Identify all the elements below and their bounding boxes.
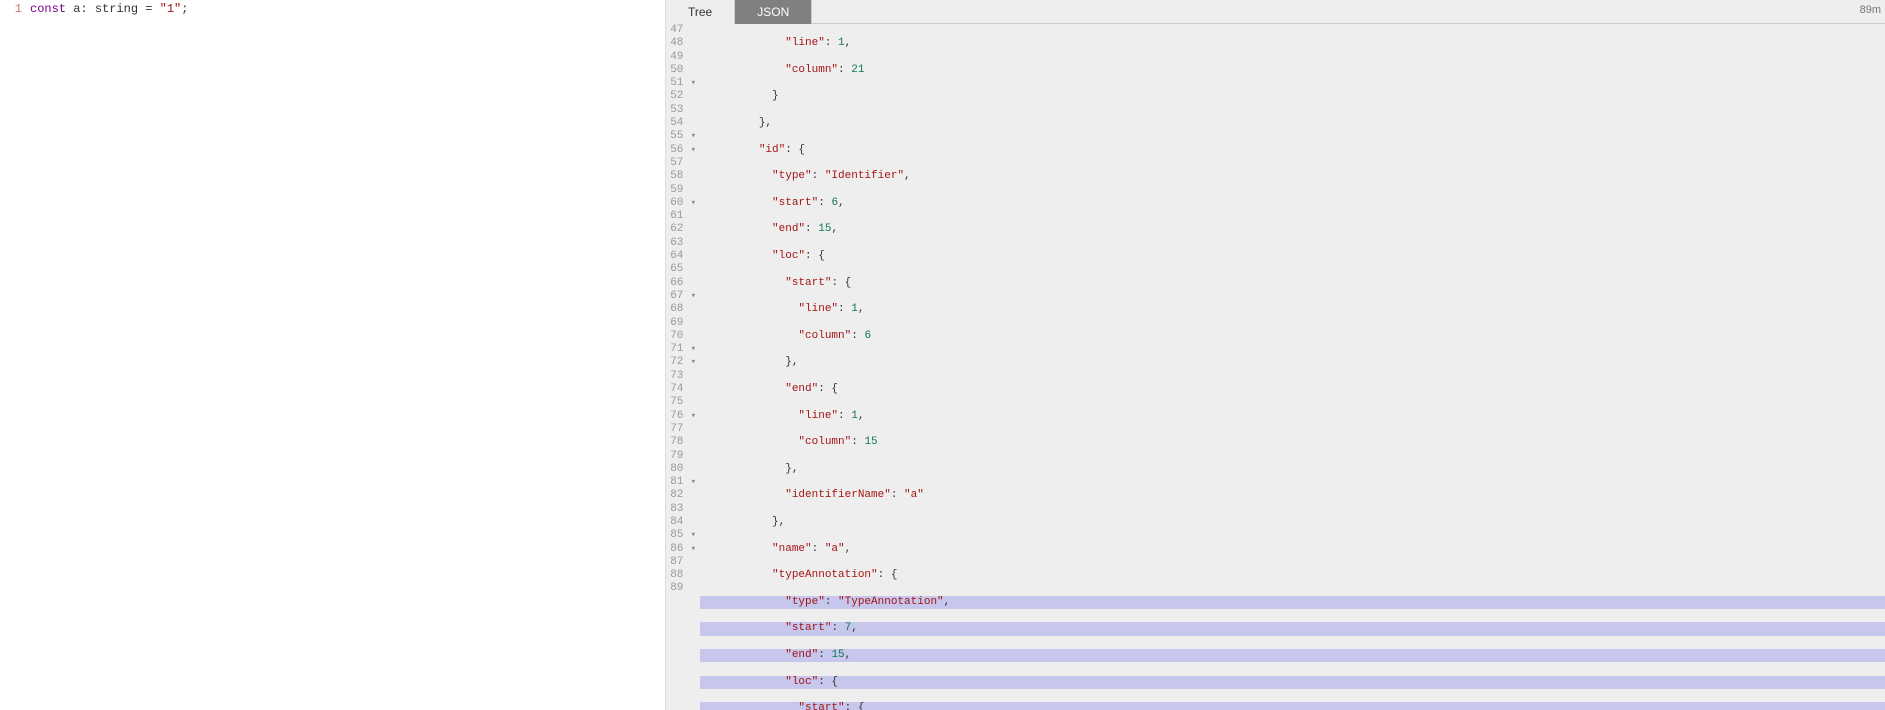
tab-tree[interactable]: Tree bbox=[666, 0, 735, 24]
json-line: "column": 6 bbox=[700, 330, 1885, 343]
gutter-line: 56 ▾ bbox=[666, 144, 696, 157]
tab-json[interactable]: JSON bbox=[735, 0, 812, 24]
json-line: "loc": { bbox=[700, 250, 1885, 263]
gutter-line: 81 ▾ bbox=[666, 476, 696, 489]
json-line: "line": 1, bbox=[700, 410, 1885, 423]
source-editor[interactable]: 1 const a: string = "1"; bbox=[0, 0, 665, 710]
json-line: "line": 1, bbox=[700, 37, 1885, 50]
json-gutter: 47 48 49 50 51 ▾52 53 54 55 ▾56 ▾57 58 5… bbox=[666, 24, 700, 710]
json-line: "end": 15, bbox=[700, 649, 1885, 662]
json-line: } bbox=[700, 90, 1885, 103]
json-line: "start": 6, bbox=[700, 197, 1885, 210]
json-line: "end": { bbox=[700, 383, 1885, 396]
gutter-line: 57 bbox=[666, 157, 696, 170]
gutter-line: 52 bbox=[666, 90, 696, 103]
gutter-line: 54 bbox=[666, 117, 696, 130]
gutter-line: 60 ▾ bbox=[666, 197, 696, 210]
json-line: "line": 1, bbox=[700, 303, 1885, 316]
gutter-line: 84 bbox=[666, 516, 696, 529]
gutter-line: 80 bbox=[666, 463, 696, 476]
gutter-line: 51 ▾ bbox=[666, 77, 696, 90]
gutter-line: 77 bbox=[666, 423, 696, 436]
source-lineno: 1 bbox=[0, 2, 22, 16]
json-line: "type": "TypeAnnotation", bbox=[700, 596, 1885, 609]
gutter-line: 59 bbox=[666, 184, 696, 197]
gutter-line: 72 ▾ bbox=[666, 356, 696, 369]
gutter-line: 78 bbox=[666, 436, 696, 449]
json-code[interactable]: "line": 1, "column": 21 } }, "id": { "ty… bbox=[700, 24, 1885, 710]
gutter-line: 67 ▾ bbox=[666, 290, 696, 303]
tab-bar: Tree JSON 89m bbox=[666, 0, 1885, 24]
gutter-line: 70 bbox=[666, 330, 696, 343]
json-line: "start": 7, bbox=[700, 622, 1885, 635]
gutter-line: 74 bbox=[666, 383, 696, 396]
gutter-line: 48 bbox=[666, 37, 696, 50]
gutter-line: 79 bbox=[666, 450, 696, 463]
gutter-line: 65 bbox=[666, 263, 696, 276]
gutter-line: 73 bbox=[666, 370, 696, 383]
json-line: }, bbox=[700, 516, 1885, 529]
gutter-line: 89 bbox=[666, 582, 696, 595]
json-line: "column": 15 bbox=[700, 436, 1885, 449]
json-line: "type": "Identifier", bbox=[700, 170, 1885, 183]
gutter-line: 49 bbox=[666, 51, 696, 64]
gutter-line: 58 bbox=[666, 170, 696, 183]
token-type: string bbox=[95, 2, 138, 16]
json-line: }, bbox=[700, 463, 1885, 476]
gutter-line: 75 bbox=[666, 396, 696, 409]
gutter-line: 64 bbox=[666, 250, 696, 263]
gutter-line: 71 ▾ bbox=[666, 343, 696, 356]
output-pane: Tree JSON 89m 47 48 49 50 51 ▾52 53 54 5… bbox=[666, 0, 1885, 710]
gutter-line: 50 bbox=[666, 64, 696, 77]
time-badge: 89m bbox=[1860, 4, 1881, 16]
gutter-line: 86 ▾ bbox=[666, 543, 696, 556]
token-semi: ; bbox=[181, 2, 188, 16]
source-gutter: 1 bbox=[0, 0, 28, 710]
source-editor-pane[interactable]: 1 const a: string = "1"; bbox=[0, 0, 666, 710]
json-line: "typeAnnotation": { bbox=[700, 569, 1885, 582]
gutter-line: 47 bbox=[666, 24, 696, 37]
source-code[interactable]: const a: string = "1"; bbox=[28, 0, 665, 710]
json-line: "identifierName": "a" bbox=[700, 489, 1885, 502]
token-eq: = bbox=[145, 2, 152, 16]
gutter-line: 61 bbox=[666, 210, 696, 223]
json-line: "start": { bbox=[700, 702, 1885, 710]
json-line: "end": 15, bbox=[700, 223, 1885, 236]
token-string: "1" bbox=[160, 2, 182, 16]
gutter-line: 63 bbox=[666, 237, 696, 250]
gutter-line: 62 bbox=[666, 223, 696, 236]
gutter-line: 82 bbox=[666, 489, 696, 502]
json-line: "name": "a", bbox=[700, 543, 1885, 556]
gutter-line: 66 bbox=[666, 277, 696, 290]
gutter-line: 76 ▾ bbox=[666, 410, 696, 423]
json-line: }, bbox=[700, 356, 1885, 369]
token-colon: : bbox=[80, 2, 87, 16]
json-line: "id": { bbox=[700, 144, 1885, 157]
json-line: }, bbox=[700, 117, 1885, 130]
gutter-line: 83 bbox=[666, 503, 696, 516]
gutter-line: 68 bbox=[666, 303, 696, 316]
gutter-line: 87 bbox=[666, 556, 696, 569]
json-viewer[interactable]: 47 48 49 50 51 ▾52 53 54 55 ▾56 ▾57 58 5… bbox=[666, 24, 1885, 710]
json-line: "start": { bbox=[700, 277, 1885, 290]
gutter-line: 53 bbox=[666, 104, 696, 117]
gutter-line: 69 bbox=[666, 317, 696, 330]
token-keyword: const bbox=[30, 2, 66, 16]
json-line: "loc": { bbox=[700, 676, 1885, 689]
gutter-line: 85 ▾ bbox=[666, 529, 696, 542]
gutter-line: 55 ▾ bbox=[666, 130, 696, 143]
json-line: "column": 21 bbox=[700, 64, 1885, 77]
gutter-line: 88 bbox=[666, 569, 696, 582]
app-container: 1 const a: string = "1"; Tree JSON 89m 4… bbox=[0, 0, 1885, 710]
